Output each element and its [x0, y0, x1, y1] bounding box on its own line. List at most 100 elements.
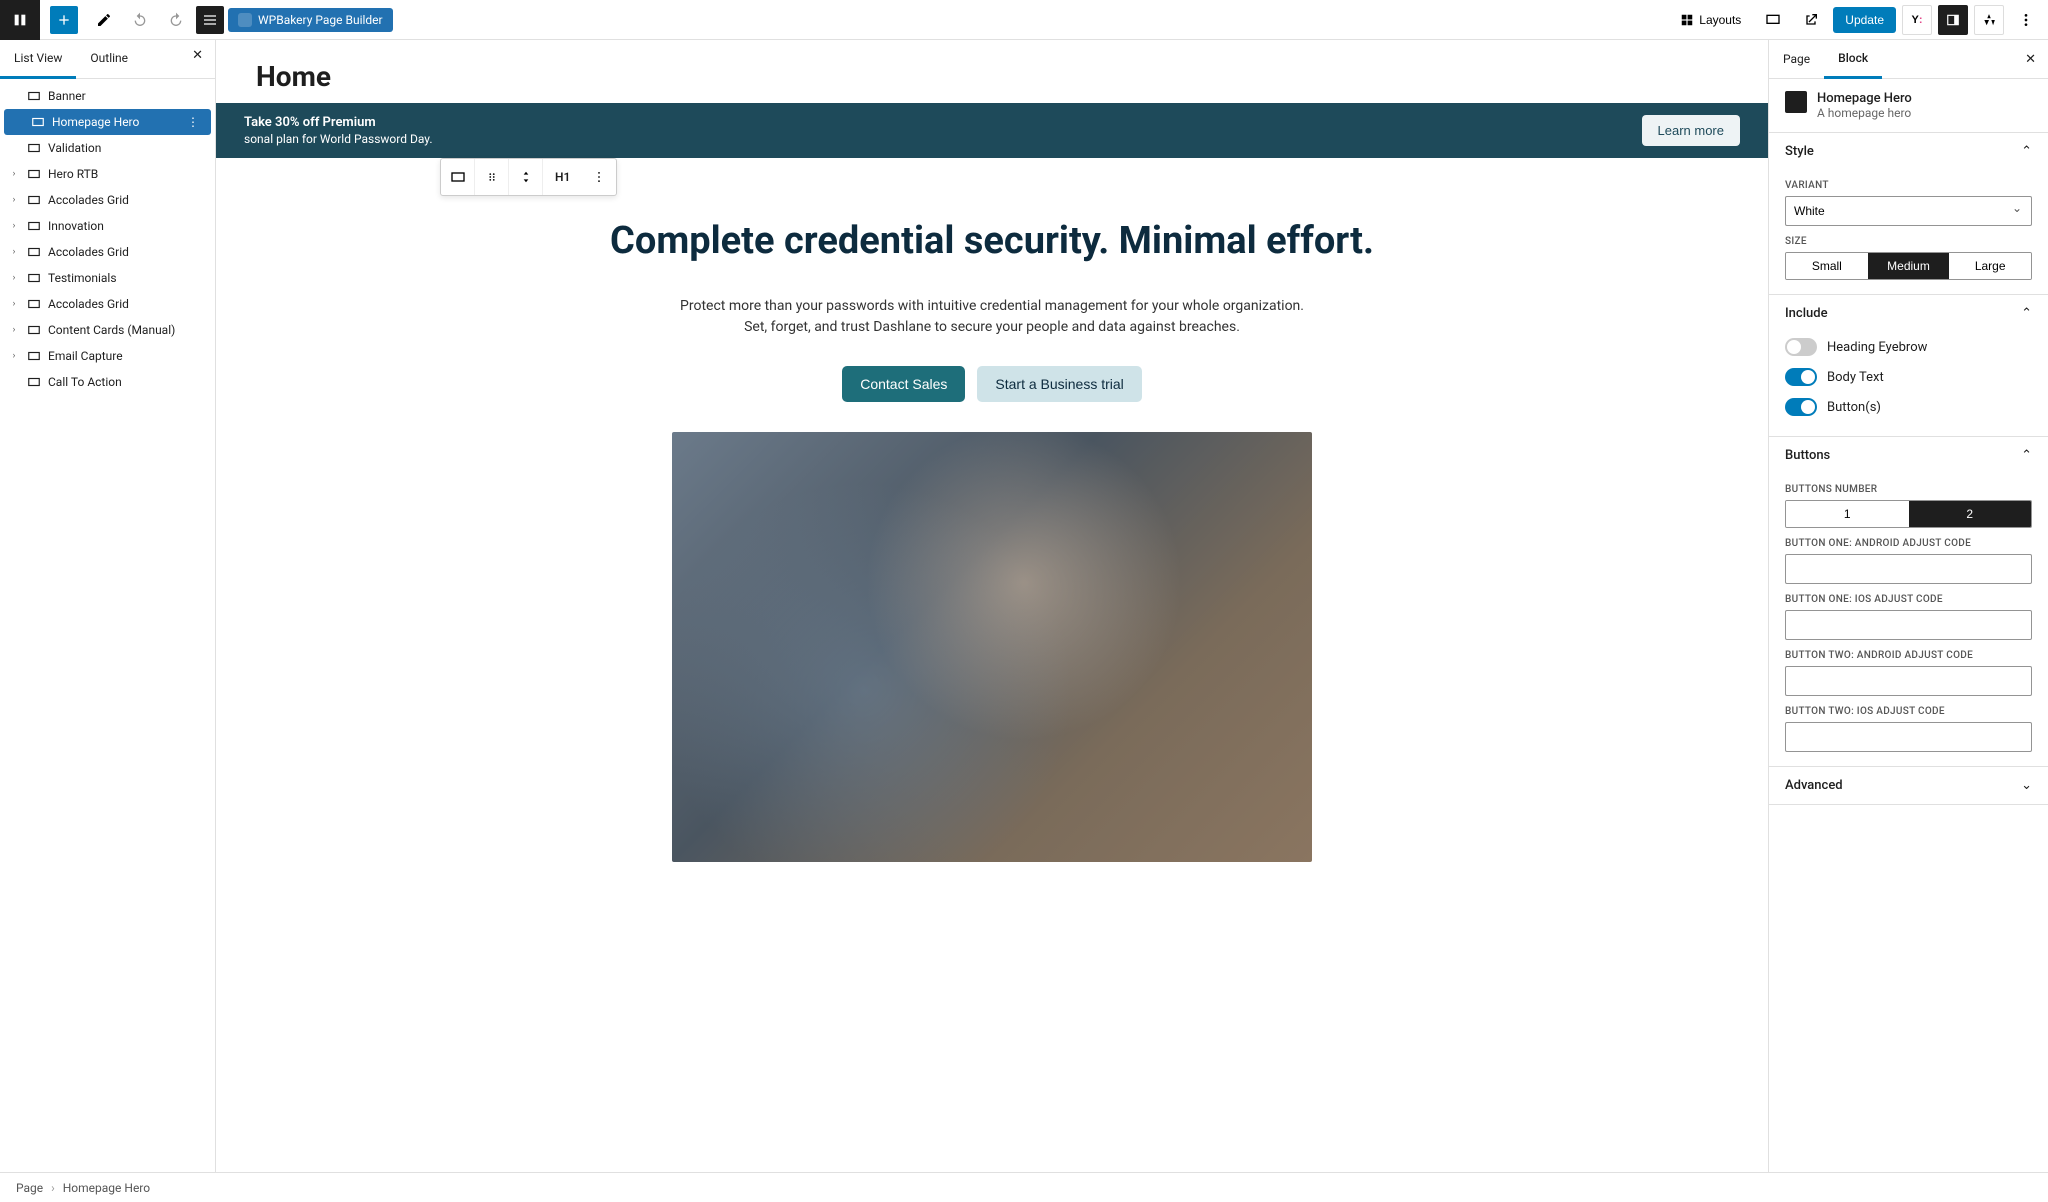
section-buttons-head[interactable]: Buttons⌃	[1769, 437, 2048, 474]
block-icon	[30, 114, 46, 130]
promo-banner[interactable]: Take 30% off Premium sonal plan for Worl…	[216, 103, 1768, 158]
options-menu-button[interactable]	[2010, 4, 2042, 36]
hero-image[interactable]	[672, 432, 1312, 862]
toggle-heading-eyebrow[interactable]	[1785, 338, 1817, 356]
topbar-right: Layouts Update Y:	[1670, 4, 2042, 36]
chevron-up-icon: ⌃	[2021, 448, 2032, 463]
external-view-button[interactable]	[1795, 4, 1827, 36]
sidebar-toggle-button[interactable]	[1938, 5, 1968, 35]
tree-item-accolades-1[interactable]: ›Accolades Grid	[0, 187, 215, 213]
tree-item-innovation[interactable]: ›Innovation	[0, 213, 215, 239]
variant-label: VARIANT	[1785, 180, 2032, 191]
tree-item-validation[interactable]: ›Validation	[0, 135, 215, 161]
drag-handle-icon[interactable]	[475, 159, 509, 195]
hero-body-text[interactable]: Protect more than your passwords with in…	[672, 296, 1312, 338]
tree-item-testimonials[interactable]: ›Testimonials	[0, 265, 215, 291]
undo-button[interactable]	[124, 4, 156, 36]
canvas-content: Take 30% off Premium sonal plan for Worl…	[216, 103, 1768, 892]
section-buttons: Buttons⌃ BUTTONS NUMBER 1 2 BUTTON ONE: …	[1769, 437, 2048, 767]
b2-ios-label: BUTTON TWO: IOS ADJUST CODE	[1785, 706, 2032, 717]
tree-item-accolades-3[interactable]: ›Accolades Grid	[0, 291, 215, 317]
tab-outline[interactable]: Outline	[76, 40, 142, 78]
variant-select[interactable]: White	[1785, 196, 2032, 226]
tree-item-more-icon[interactable]: ⋮	[183, 115, 203, 129]
layouts-button[interactable]: Layouts	[1670, 7, 1751, 33]
translate-button[interactable]	[1974, 5, 2004, 35]
tree-item-banner[interactable]: ›Banner	[0, 83, 215, 109]
hero-cta-secondary[interactable]: Start a Business trial	[977, 366, 1141, 402]
buttons-number-label: BUTTONS NUMBER	[1785, 484, 2032, 495]
block-more-icon[interactable]	[582, 159, 616, 195]
update-button[interactable]: Update	[1833, 7, 1896, 33]
block-icon	[26, 296, 42, 312]
promo-title: Take 30% off Premium	[244, 115, 432, 130]
size-label: SIZE	[1785, 236, 2032, 247]
tree-item-email-capture[interactable]: ›Email Capture	[0, 343, 215, 369]
tab-page[interactable]: Page	[1769, 41, 1824, 77]
section-include-head[interactable]: Include⌃	[1769, 295, 2048, 332]
tab-list-view[interactable]: List View	[0, 40, 76, 79]
toggle-body-text[interactable]	[1785, 368, 1817, 386]
learn-more-button[interactable]: Learn more	[1642, 115, 1740, 146]
wpbakery-label: WPBakery Page Builder	[258, 13, 383, 27]
section-advanced-head[interactable]: Advanced⌄	[1769, 767, 2048, 804]
section-style-head[interactable]: Style⌃	[1769, 133, 2048, 170]
block-icon	[26, 192, 42, 208]
section-advanced: Advanced⌄	[1769, 767, 2048, 805]
b1-android-label: BUTTON ONE: ANDROID ADJUST CODE	[1785, 538, 2032, 549]
block-icon	[26, 348, 42, 364]
breadcrumb-bar: Page › Homepage Hero	[0, 1172, 2048, 1202]
b2-ios-input[interactable]	[1785, 722, 2032, 752]
b2-android-input[interactable]	[1785, 666, 2032, 696]
tree-item-hero-rtb[interactable]: ›Hero RTB	[0, 161, 215, 187]
breadcrumb-page[interactable]: Page	[16, 1181, 43, 1195]
breadcrumb-block[interactable]: Homepage Hero	[63, 1181, 150, 1195]
tree-item-content-cards[interactable]: ›Content Cards (Manual)	[0, 317, 215, 343]
hero-block[interactable]: Complete credential security. Minimal ef…	[216, 158, 1768, 892]
add-block-button[interactable]	[50, 6, 78, 34]
heading-level-indicator[interactable]: H1	[543, 170, 582, 184]
hero-heading[interactable]: Complete credential security. Minimal ef…	[582, 218, 1402, 266]
section-style: Style⌃ VARIANT White SIZE Small Medium L…	[1769, 133, 2048, 295]
editor-canvas[interactable]: Home Take 30% off Premium sonal plan for…	[216, 40, 1768, 1172]
move-up-down-icon[interactable]	[509, 159, 543, 195]
yoast-button[interactable]: Y:	[1902, 5, 1932, 35]
buttons-number-1[interactable]: 1	[1786, 501, 1909, 527]
block-icon	[26, 374, 42, 390]
redo-button[interactable]	[160, 4, 192, 36]
b1-ios-input[interactable]	[1785, 610, 2032, 640]
size-large[interactable]: Large	[1949, 253, 2031, 279]
site-logo[interactable]	[0, 0, 40, 40]
toggle-label: Body Text	[1827, 370, 1884, 385]
b1-ios-label: BUTTON ONE: IOS ADJUST CODE	[1785, 594, 2032, 605]
buttons-number-2[interactable]: 2	[1909, 501, 2032, 527]
size-small[interactable]: Small	[1786, 253, 1868, 279]
edit-mode-button[interactable]	[88, 4, 120, 36]
top-bar: WPBakery Page Builder Layouts Update Y:	[0, 0, 2048, 40]
hero-cta-primary[interactable]: Contact Sales	[842, 366, 965, 402]
tree-item-homepage-hero[interactable]: ›Homepage Hero⋮	[4, 109, 211, 135]
settings-tabs: Page Block ✕	[1769, 40, 2048, 79]
block-type-icon[interactable]	[441, 159, 475, 195]
wpbakery-button[interactable]: WPBakery Page Builder	[228, 8, 393, 32]
size-medium[interactable]: Medium	[1868, 253, 1950, 279]
tree-item-accolades-2[interactable]: ›Accolades Grid	[0, 239, 215, 265]
device-preview-button[interactable]	[1757, 4, 1789, 36]
tab-block[interactable]: Block	[1824, 40, 1882, 79]
tree-item-cta[interactable]: ›Call To Action	[0, 369, 215, 395]
block-icon	[26, 140, 42, 156]
block-icon	[26, 88, 42, 104]
block-description: A homepage hero	[1817, 106, 1912, 120]
section-include: Include⌃ Heading Eyebrow Body Text Butto…	[1769, 295, 2048, 437]
list-view-toggle[interactable]	[196, 6, 224, 34]
block-header-icon	[1785, 91, 1807, 113]
close-settings-panel[interactable]: ✕	[2013, 44, 2048, 75]
block-icon	[26, 218, 42, 234]
settings-panel: Page Block ✕ Homepage Hero A homepage he…	[1768, 40, 2048, 1172]
toggle-buttons[interactable]	[1785, 398, 1817, 416]
block-icon	[26, 270, 42, 286]
close-left-panel[interactable]: ✕	[180, 40, 215, 78]
b1-android-input[interactable]	[1785, 554, 2032, 584]
page-title[interactable]: Home	[216, 40, 1768, 103]
chevron-up-icon: ⌃	[2021, 306, 2032, 321]
